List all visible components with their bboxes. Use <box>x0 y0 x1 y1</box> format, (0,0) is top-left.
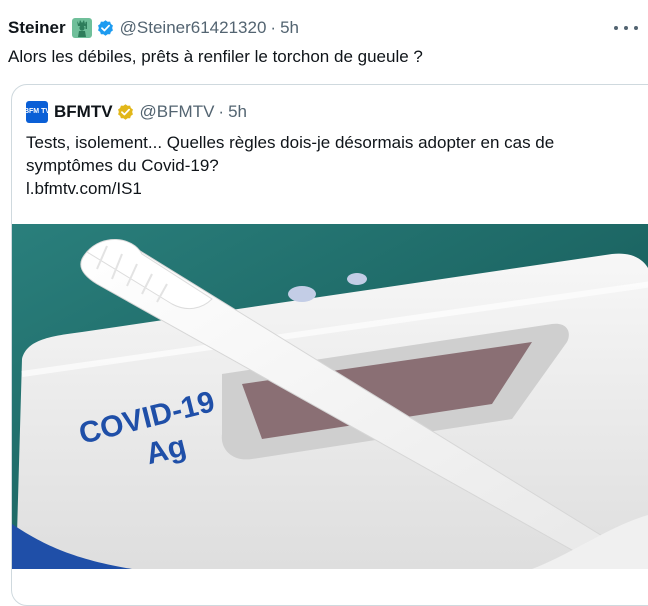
quoted-tweet-header: BFM TV BFMTV @BFMTV · 5h <box>23 101 247 123</box>
blue-verified-badge-icon[interactable] <box>96 19 115 38</box>
author-handle[interactable]: @Steiner61421320 <box>120 18 267 38</box>
statue-of-liberty-icon <box>71 17 93 39</box>
quoted-separator-dot: · <box>218 102 225 121</box>
quoted-tweet-text: Tests, isolement... Quelles règles dois-… <box>26 131 636 200</box>
author-display-name[interactable]: Steiner <box>8 18 66 38</box>
quoted-text-line: Tests, isolement... Quelles règles dois-… <box>26 133 555 152</box>
tweet-timestamp[interactable]: 5h <box>280 18 299 38</box>
tweet-text: Alors les débiles, prêts à renfiler le t… <box>8 47 423 66</box>
tweet-header: Steiner @Steiner61421320 · 5h <box>8 16 299 40</box>
quoted-tweet-image[interactable]: COVID-19 Ag <box>12 224 648 569</box>
quoted-author-display-name[interactable]: BFMTV <box>54 102 113 122</box>
quoted-link[interactable]: l.bfmtv.com/IS1 <box>26 177 636 200</box>
more-options-icon[interactable] <box>614 18 638 38</box>
quoted-tweet-timestamp[interactable]: 5h <box>228 102 247 122</box>
separator-dot: · <box>270 18 277 37</box>
tweet[interactable]: Steiner @Steiner61421320 · 5h Alors les … <box>0 0 648 606</box>
bfmtv-avatar[interactable]: BFM TV <box>23 101 51 123</box>
quoted-tweet-card[interactable]: BFM TV BFMTV @BFMTV · 5h Tests, isolemen… <box>11 84 648 606</box>
bfmtv-avatar-text: BFM TV <box>23 108 51 115</box>
gold-verified-badge-icon[interactable] <box>116 103 135 122</box>
quoted-author-handle[interactable]: @BFMTV <box>140 102 215 122</box>
quoted-text-line: symptômes du Covid-19? <box>26 156 219 175</box>
